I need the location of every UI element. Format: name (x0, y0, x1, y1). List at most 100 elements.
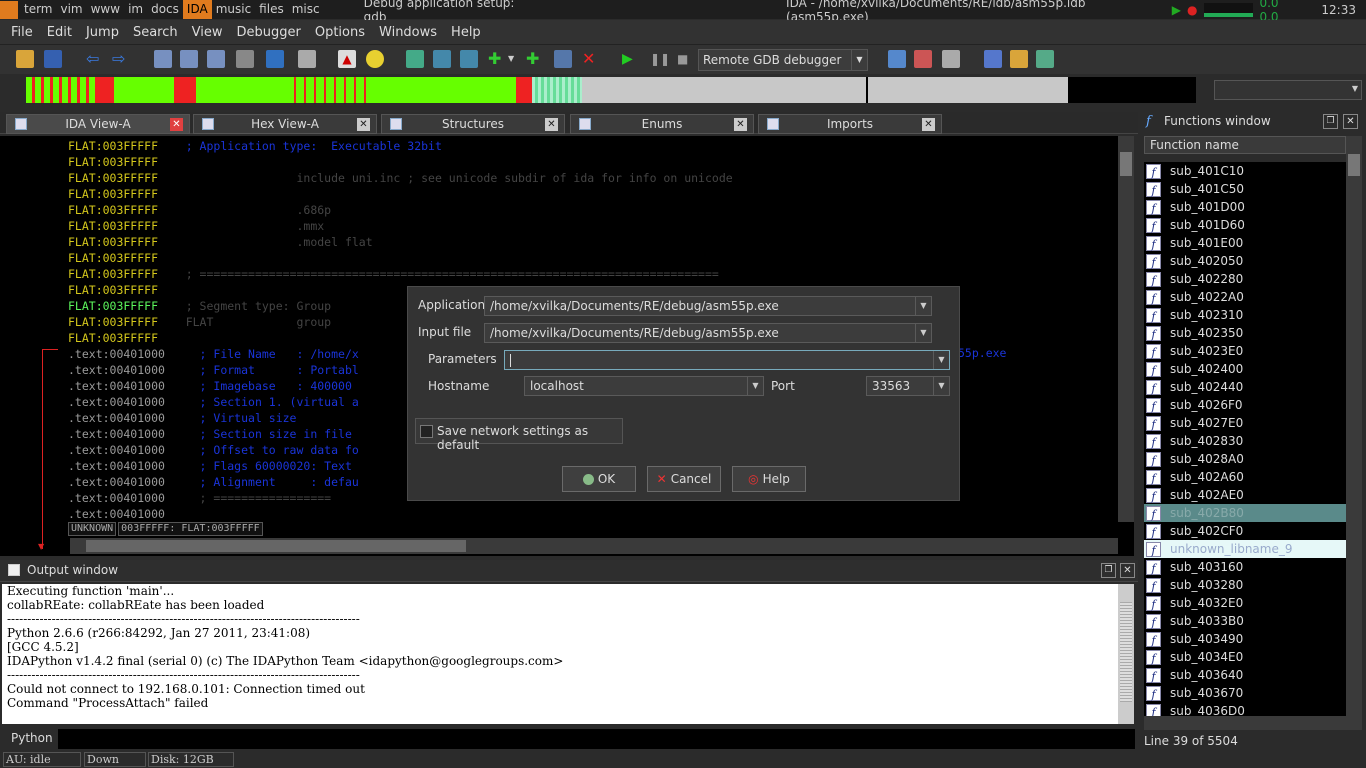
attach-icon[interactable] (914, 50, 932, 68)
function-item[interactable]: f sub_402050 (1144, 252, 1346, 270)
dropdown-arrow-icon[interactable]: ▼ (508, 50, 518, 68)
jump-icon[interactable] (266, 50, 284, 68)
input-file-field[interactable]: /home/xvilka/Documents/RE/debug/asm55p.e… (484, 323, 932, 343)
horizontal-scrollbar[interactable] (70, 538, 1118, 554)
add-breakpoint-icon[interactable]: ✚ (488, 50, 506, 68)
vertical-scrollbar[interactable] (1118, 136, 1134, 522)
tag-docs[interactable]: docs (147, 0, 183, 19)
stop-icon[interactable]: ■ (677, 50, 695, 68)
function-item[interactable]: f sub_403490 (1144, 630, 1346, 648)
tag-misc[interactable]: misc (288, 0, 324, 19)
python-input[interactable] (58, 729, 1135, 749)
restore-icon[interactable]: ❐ (1101, 563, 1116, 578)
function-item[interactable]: f sub_401E00 (1144, 234, 1346, 252)
lightbulb-icon[interactable] (366, 50, 384, 68)
folder-icon[interactable] (1010, 50, 1028, 68)
function-item[interactable]: f sub_4026F0 (1144, 396, 1346, 414)
close-tab-icon[interactable]: ✕ (545, 118, 558, 131)
add-enum-icon[interactable] (460, 50, 478, 68)
hostname-field[interactable]: localhost ▼ (524, 376, 764, 396)
menu-jump[interactable]: Jump (79, 25, 126, 40)
function-item[interactable]: f sub_402440 (1144, 378, 1346, 396)
close-tab-icon[interactable]: ✕ (357, 118, 370, 131)
help-button[interactable]: ◎ Help (732, 466, 806, 492)
function-item[interactable]: f sub_402B80 (1144, 504, 1346, 522)
power-icon[interactable]: ● (1187, 3, 1197, 17)
function-item[interactable]: f unknown_libname_9 (1144, 540, 1346, 558)
tab-hex-view-a[interactable]: Hex View-A ✕ (193, 114, 377, 134)
function-item[interactable]: f sub_402CF0 (1144, 522, 1346, 540)
nav-dropdown[interactable]: ▼ (1214, 80, 1362, 100)
flags-icon[interactable] (942, 50, 960, 68)
menu-search[interactable]: Search (126, 25, 185, 40)
functions-vscroll[interactable] (1346, 136, 1362, 718)
function-item[interactable]: f sub_403670 (1144, 684, 1346, 702)
function-item[interactable]: f sub_403160 (1144, 558, 1346, 576)
play-icon[interactable]: ▶ (1172, 3, 1181, 17)
menu-help[interactable]: Help (444, 25, 488, 40)
listing-line[interactable]: FLAT:003FFFFF .686p (68, 202, 1118, 218)
application-field[interactable]: /home/xvilka/Documents/RE/debug/asm55p.e… (484, 296, 932, 316)
menu-file[interactable]: File (4, 25, 40, 40)
function-item[interactable]: f sub_4027E0 (1144, 414, 1346, 432)
cancel-button[interactable]: ✕ Cancel (647, 466, 721, 492)
output-window-text[interactable]: Executing function 'main'... collabREate:… (2, 584, 1134, 724)
offset-icon[interactable] (180, 50, 198, 68)
start-process-icon[interactable]: ▶ (622, 50, 640, 68)
cross-ref-icon[interactable] (236, 50, 254, 68)
menu-edit[interactable]: Edit (40, 25, 79, 40)
listing-line[interactable]: FLAT:003FFFFF ; ========================… (68, 266, 1118, 282)
tag-music[interactable]: music (212, 0, 255, 19)
listing-line[interactable]: FLAT:003FFFFF .mmx (68, 218, 1118, 234)
function-item[interactable]: f sub_402830 (1144, 432, 1346, 450)
function-item[interactable]: f sub_402310 (1144, 306, 1346, 324)
listing-line[interactable]: FLAT:003FFFFF (68, 250, 1118, 266)
restore-icon[interactable]: ❐ (1323, 114, 1338, 129)
edit-icon[interactable] (554, 50, 572, 68)
add-struct-icon[interactable] (433, 50, 451, 68)
save-icon[interactable] (44, 50, 62, 68)
function-item[interactable]: f sub_402A60 (1144, 468, 1346, 486)
menu-windows[interactable]: Windows (372, 25, 444, 40)
menu-options[interactable]: Options (308, 25, 372, 40)
add-segment-icon[interactable] (406, 50, 424, 68)
function-item[interactable]: f sub_4032E0 (1144, 594, 1346, 612)
close-tab-icon[interactable]: ✕ (922, 118, 935, 131)
function-item[interactable]: f sub_403280 (1144, 576, 1346, 594)
process-options-icon[interactable] (888, 50, 906, 68)
debugger-select[interactable]: Remote GDB debugger ▼ (698, 49, 868, 71)
function-item[interactable]: f sub_401C50 (1144, 180, 1346, 198)
back-icon[interactable]: ⇦ (86, 50, 104, 68)
tab-ida-view-a[interactable]: IDA View-A ✕ (6, 114, 190, 134)
tag-www[interactable]: www (87, 0, 124, 19)
export-icon[interactable] (1036, 50, 1054, 68)
listing-line[interactable]: FLAT:003FFFFF .model flat (68, 234, 1118, 250)
ok-button[interactable]: OK (562, 466, 636, 492)
pause-icon[interactable]: ❚❚ (650, 50, 670, 68)
close-icon[interactable]: ✕ (1343, 114, 1358, 129)
menu-debugger[interactable]: Debugger (229, 25, 307, 40)
parameters-field[interactable]: ▼ (504, 350, 950, 370)
struct-icon[interactable] (154, 50, 172, 68)
save-network-settings-checkbox[interactable]: Save network settings as default (415, 418, 623, 452)
tab-imports[interactable]: Imports ✕ (758, 114, 942, 134)
wm-logo-icon[interactable] (0, 0, 18, 19)
function-item[interactable]: f sub_402400 (1144, 360, 1346, 378)
open-icon[interactable] (16, 50, 34, 68)
calculator-icon[interactable] (984, 50, 1002, 68)
function-item[interactable]: f sub_403640 (1144, 666, 1346, 684)
forward-icon[interactable]: ⇨ (112, 50, 130, 68)
tag-term[interactable]: term (20, 0, 57, 19)
tag-vim[interactable]: vim (56, 0, 86, 19)
listing-line[interactable]: FLAT:003FFFFF include uni.inc ; see unic… (68, 170, 1118, 186)
search-icon[interactable] (298, 50, 316, 68)
function-item[interactable]: f sub_4023E0 (1144, 342, 1346, 360)
navigation-strip[interactable] (26, 77, 1196, 103)
function-item[interactable]: f sub_402AE0 (1144, 486, 1346, 504)
delete-icon[interactable]: ✕ (582, 50, 600, 68)
listing-line[interactable]: FLAT:003FFFFF (68, 154, 1118, 170)
function-item[interactable]: f sub_402280 (1144, 270, 1346, 288)
tag-ida[interactable]: IDA (182, 0, 212, 19)
tag-files[interactable]: files (255, 0, 288, 19)
function-item[interactable]: f sub_4034E0 (1144, 648, 1346, 666)
